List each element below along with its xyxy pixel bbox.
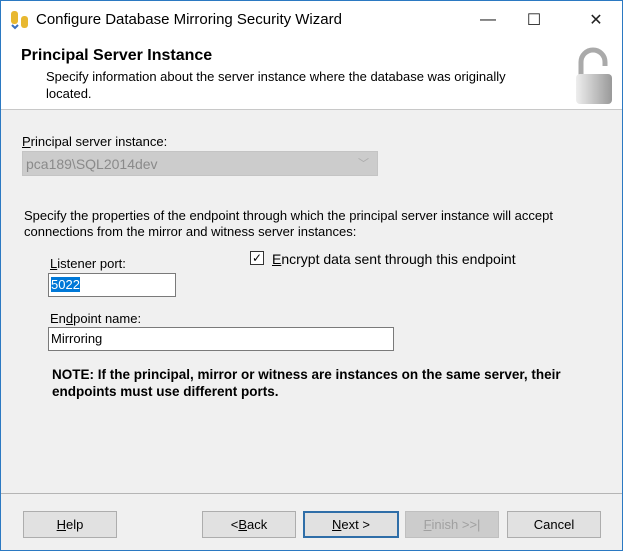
note-text: NOTE: If the principal, mirror or witnes…: [52, 367, 561, 399]
close-button[interactable]: ✕: [573, 1, 619, 38]
finish-button[interactable]: Finish >>|: [405, 511, 499, 538]
minimize-button[interactable]: —: [465, 1, 511, 38]
cancel-button[interactable]: Cancel: [507, 511, 601, 538]
endpoint-name-label: Endpoint name:: [50, 311, 142, 326]
encrypt-label[interactable]: Encrypt data sent through this endpoint: [272, 251, 516, 267]
back-button[interactable]: < Back: [202, 511, 296, 538]
padlock-icon: [576, 47, 612, 104]
maximize-button[interactable]: ☐: [511, 1, 557, 38]
encrypt-checkbox[interactable]: ✓: [250, 251, 264, 265]
help-button[interactable]: Help: [23, 511, 117, 538]
wizard-window: Configure Database Mirroring Security Wi…: [0, 0, 623, 551]
chevron-down-icon: ﹀: [358, 158, 369, 170]
database-app-icon: [11, 11, 28, 30]
principal-server-combobox[interactable]: pca189\SQL2014dev ﹀: [22, 151, 378, 176]
page-description: Specify information about the server ins…: [46, 69, 506, 101]
title-bar: Configure Database Mirroring Security Wi…: [1, 1, 622, 38]
input-value: 5022: [51, 277, 80, 292]
window-title: Configure Database Mirroring Security Wi…: [36, 11, 342, 28]
divider: [1, 493, 622, 494]
page-title: Principal Server Instance: [21, 47, 213, 64]
listener-port-label: Listener port:: [50, 256, 126, 271]
endpoint-name-input[interactable]: Mirroring: [48, 327, 394, 351]
listener-port-input[interactable]: 5022: [48, 273, 176, 297]
next-button[interactable]: Next >: [303, 511, 399, 538]
combobox-value: pca189\SQL2014dev: [26, 156, 158, 172]
wizard-header: Principal Server Instance Specify inform…: [1, 38, 622, 110]
endpoint-description: Specify the properties of the endpoint t…: [24, 208, 553, 239]
principal-server-label: Principal server instance:: [22, 134, 168, 149]
